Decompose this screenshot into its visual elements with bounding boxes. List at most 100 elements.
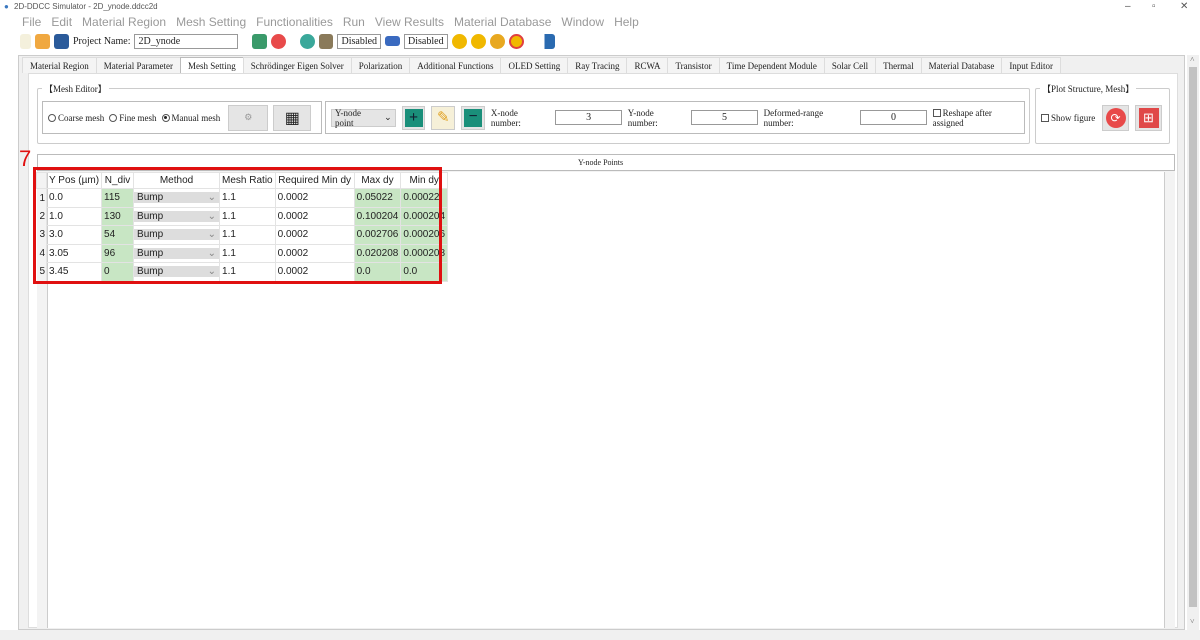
menu-window[interactable]: Window <box>561 15 604 29</box>
title-bar: ● 2D-DDCC Simulator - 2D_ynode.ddcc2d – … <box>0 0 1200 13</box>
menu-material-database[interactable]: Material Database <box>454 15 551 29</box>
mesh-view-icon[interactable] <box>252 33 268 49</box>
x-node-input[interactable]: 3 <box>555 110 622 125</box>
replot-button[interactable]: ⟳ <box>1102 105 1129 131</box>
tab-input-editor[interactable]: Input Editor <box>1001 57 1062 73</box>
menu-file[interactable]: File <box>22 15 41 29</box>
refresh-icon: ⟳ <box>1105 108 1126 128</box>
coarse-mesh-radio[interactable]: Coarse mesh <box>48 113 104 123</box>
grid-icon: ⊞ <box>1138 108 1159 128</box>
tab-bar: Material Region Material Parameter Mesh … <box>22 57 1062 73</box>
menu-mesh-setting[interactable]: Mesh Setting <box>176 15 246 29</box>
x-node-label: X-node number: <box>490 107 521 128</box>
radio-selected-icon <box>161 113 170 122</box>
project-name-input[interactable]: 2D_ynode <box>134 33 239 49</box>
node-type-value: Y-node point <box>335 107 361 128</box>
run-next-icon[interactable] <box>470 33 486 49</box>
menu-functionalities[interactable]: Functionalities <box>256 15 333 29</box>
list-icon[interactable] <box>385 36 401 46</box>
minimize-button[interactable]: – <box>1125 1 1131 12</box>
tab-rcwa[interactable]: RCWA <box>626 57 669 73</box>
menu-run[interactable]: Run <box>343 15 365 29</box>
status-bar <box>0 630 1200 640</box>
window-title: 2D-DDCC Simulator - 2D_ynode.ddcc2d <box>14 2 158 11</box>
show-figure-checkbox[interactable]: Show figure <box>1041 113 1095 123</box>
scrollbar-thumb[interactable] <box>1189 67 1197 607</box>
chevron-down-icon: ⌄ <box>384 112 392 122</box>
checkbox-icon <box>932 108 941 117</box>
open-folder-icon[interactable] <box>35 33 50 49</box>
grid-icon: ▦ <box>284 109 300 127</box>
tab-ray-tracing[interactable]: Ray Tracing <box>567 57 628 73</box>
coarse-mesh-label: Coarse mesh <box>58 112 105 123</box>
plus-icon: + <box>404 108 423 127</box>
checkbox-icon <box>1041 114 1049 122</box>
tab-material-database[interactable]: Material Database <box>920 57 1003 73</box>
reshape-label: Reshape after assigned <box>932 107 992 128</box>
tab-material-region[interactable]: Material Region <box>22 57 97 73</box>
radio-icon <box>48 113 56 122</box>
close-button[interactable]: ✕ <box>1180 1 1188 12</box>
gear-icon: ⚙ <box>244 112 253 122</box>
disabled-field-1[interactable]: Disabled <box>337 33 382 49</box>
reshape-checkbox[interactable]: Reshape after assigned <box>932 107 1024 128</box>
run-icon[interactable] <box>451 33 467 49</box>
tab-oled-setting[interactable]: OLED Setting <box>500 57 569 73</box>
maximize-button[interactable]: ▫ <box>1152 1 1156 12</box>
columns-icon[interactable] <box>319 33 334 49</box>
mesh-grid-button[interactable]: ▦ <box>273 104 312 131</box>
tab-schrodinger[interactable]: Schrödinger Eigen Solver <box>242 57 352 73</box>
refresh-icon[interactable] <box>271 33 287 49</box>
tab-mesh-setting[interactable]: Mesh Setting <box>179 57 244 73</box>
chart-icon[interactable] <box>539 33 555 49</box>
menu-bar: File Edit Material Region Mesh Setting F… <box>0 13 1200 31</box>
plot-structure-title: 【Plot Structure, Mesh】 <box>1040 82 1137 95</box>
scroll-up-icon[interactable]: ˄ <box>1190 55 1195 64</box>
tab-additional-functions[interactable]: Additional Functions <box>409 57 502 73</box>
menu-material-region[interactable]: Material Region <box>82 15 166 29</box>
menu-edit[interactable]: Edit <box>51 15 72 29</box>
radio-icon <box>109 113 118 122</box>
node-type-select[interactable]: Y-node point ⌄ <box>331 107 396 128</box>
layout-button[interactable]: ⊞ <box>1135 105 1162 131</box>
app-icon: ● <box>4 2 9 11</box>
remove-node-button[interactable]: − <box>461 105 485 130</box>
tab-transistor[interactable]: Transistor <box>667 57 720 73</box>
fine-mesh-label: Fine mesh <box>119 112 157 123</box>
save-icon[interactable] <box>54 33 69 49</box>
toolbar: Project Name: 2D_ynode Disabled Disabled <box>20 31 555 51</box>
disabled-field-2[interactable]: Disabled <box>404 33 448 49</box>
manual-mesh-radio[interactable]: Manual mesh <box>161 112 221 123</box>
fine-mesh-radio[interactable]: Fine mesh <box>109 112 157 123</box>
menu-help[interactable]: Help <box>614 15 639 29</box>
generate-mesh-button[interactable]: ⚙ <box>228 104 269 131</box>
mesh-editor-title: 【Mesh Editor】 <box>42 82 109 95</box>
minus-icon: − <box>464 108 483 127</box>
annotation-highlight-box <box>33 167 442 284</box>
y-node-input[interactable]: 5 <box>691 110 758 125</box>
tab-polarization[interactable]: Polarization <box>350 57 411 73</box>
tab-thermal[interactable]: Thermal <box>875 57 922 73</box>
vertical-scrollbar[interactable]: ˄ ˅ <box>1187 55 1199 630</box>
manual-mesh-label: Manual mesh <box>171 112 221 123</box>
tab-material-parameter[interactable]: Material Parameter <box>95 57 181 73</box>
stop-icon[interactable] <box>508 33 524 49</box>
pencil-icon: ✎ <box>436 110 450 126</box>
network-icon[interactable] <box>300 33 316 49</box>
y-node-points-title: Y-node Points <box>578 158 624 167</box>
new-file-icon[interactable] <box>20 33 31 49</box>
tab-solar-cell[interactable]: Solar Cell <box>823 57 877 73</box>
run-batch-icon[interactable] <box>489 33 505 49</box>
edit-node-button[interactable]: ✎ <box>431 105 456 130</box>
deformed-range-input[interactable]: 0 <box>860 110 927 125</box>
project-name-label: Project Name: <box>73 35 131 47</box>
mesh-type-box: Coarse mesh Fine mesh Manual mesh ⚙ ▦ <box>42 101 322 134</box>
scroll-down-icon[interactable]: ˅ <box>1190 617 1195 626</box>
annotation-number: 7 <box>19 146 32 171</box>
deformed-range-label: Deformed-range number: <box>763 107 824 128</box>
node-settings-box: Y-node point ⌄ + ✎ − X-node number: 3 Y-n… <box>325 101 1025 134</box>
y-node-label: Y-node number: <box>627 107 658 128</box>
add-node-button[interactable]: + <box>401 105 426 130</box>
tab-time-dependent[interactable]: Time Dependent Module <box>718 57 825 73</box>
menu-view-results[interactable]: View Results <box>375 15 444 29</box>
